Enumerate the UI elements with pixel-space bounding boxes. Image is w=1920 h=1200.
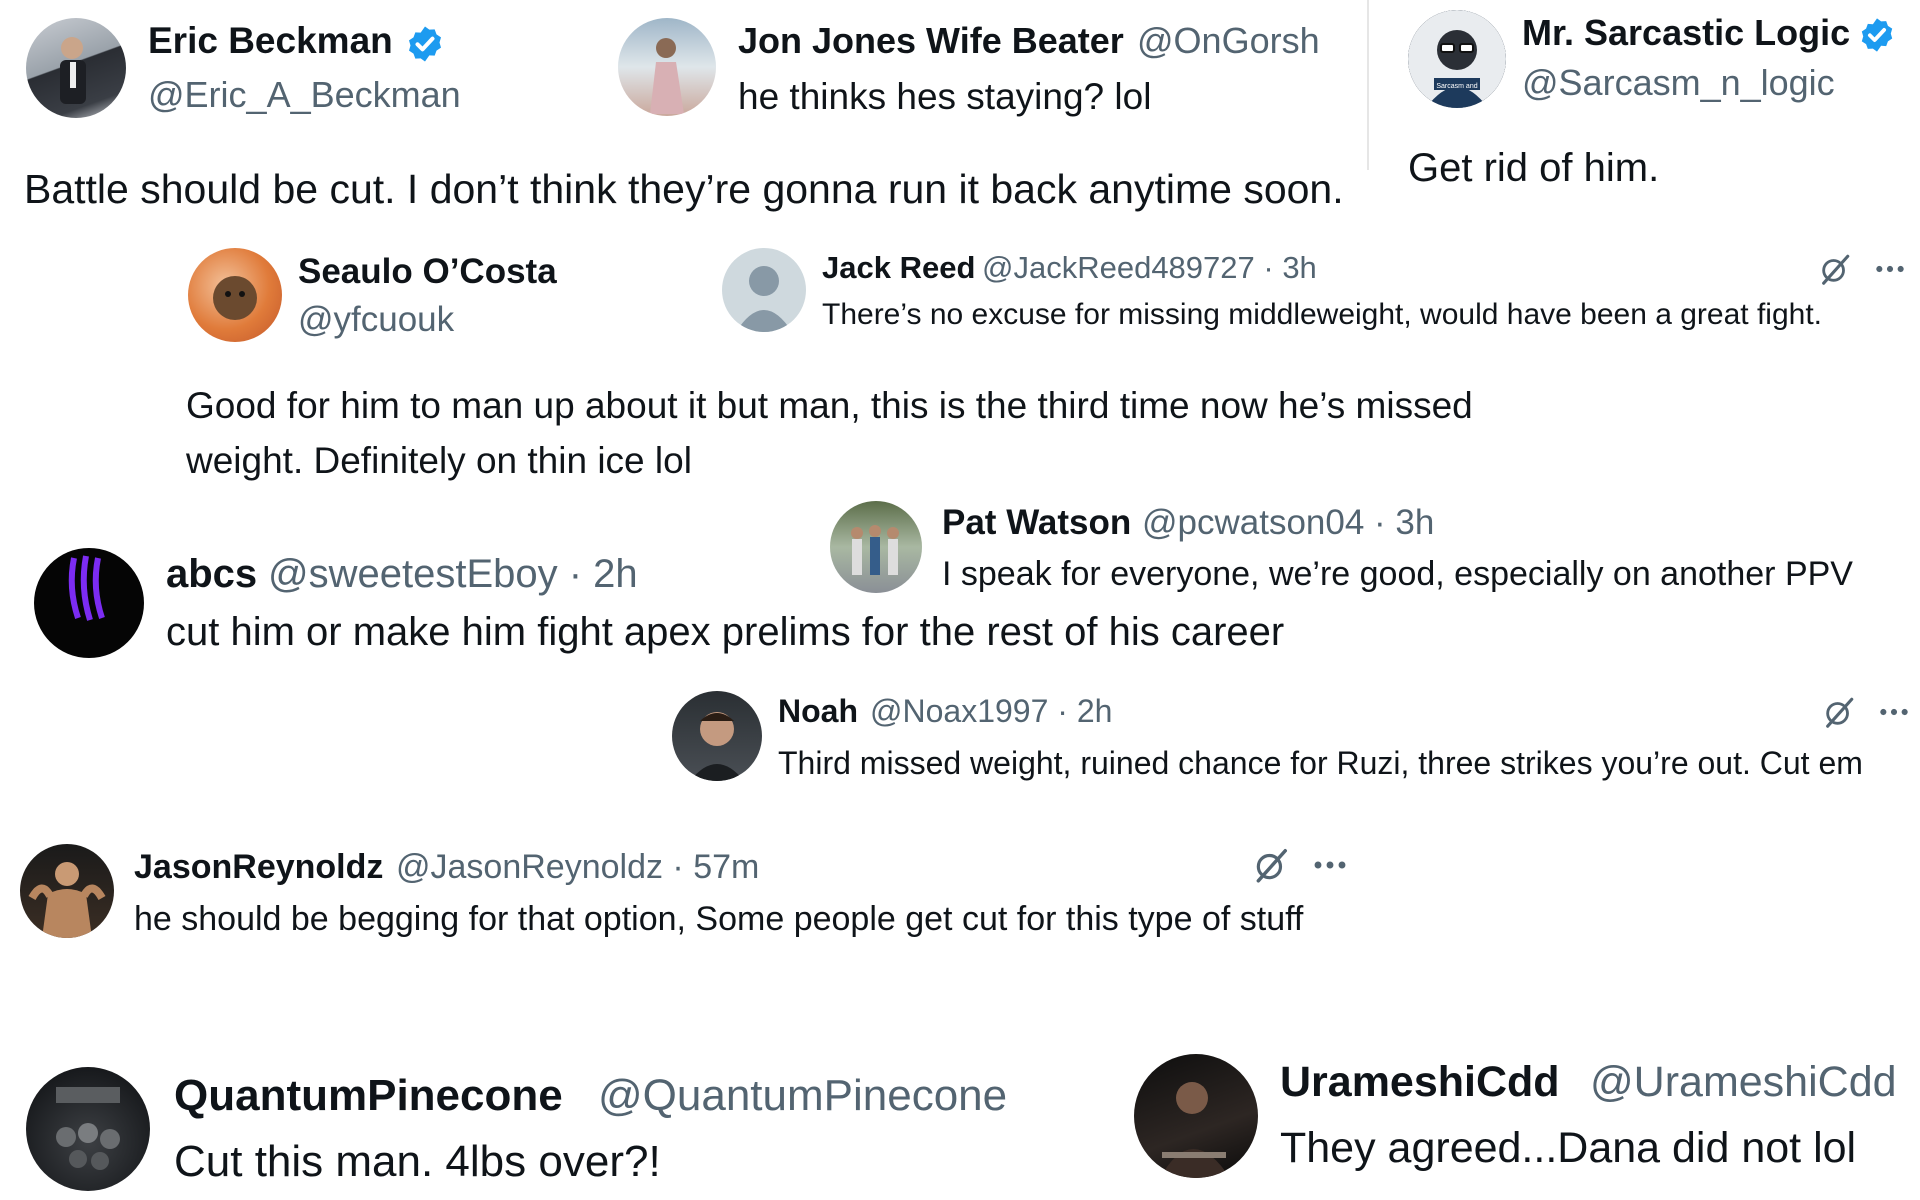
avatar[interactable]: [26, 18, 126, 118]
svg-text:Sarcasm and: Sarcasm and: [1436, 83, 1477, 90]
display-name[interactable]: Pat Watson: [942, 503, 1131, 543]
avatar[interactable]: [722, 248, 806, 332]
grok-icon[interactable]: [1252, 846, 1290, 884]
user-handle[interactable]: @JackReed489727 · 3h: [982, 250, 1317, 286]
reply-text: Good for him to man up about it but man,…: [186, 385, 1473, 481]
reply-card: UrameshiCdd @UrameshiCdd They agreed...D…: [1120, 1040, 1920, 1200]
user-handle[interactable]: @Eric_A_Beckman: [148, 74, 461, 116]
display-name[interactable]: Noah: [778, 693, 858, 730]
display-name[interactable]: Jack Reed: [822, 250, 975, 286]
reply-text: Third missed weight, ruined chance for R…: [778, 745, 1863, 781]
user-handle[interactable]: @QuantumPinecone: [598, 1071, 1007, 1121]
user-handle[interactable]: @JasonReynoldz · 57m: [396, 848, 759, 887]
display-name[interactable]: QuantumPinecone: [174, 1071, 563, 1121]
reply-text: Cut this man. 4lbs over?!: [174, 1137, 661, 1186]
reply-text: cut him or make him fight apex prelims f…: [166, 610, 1285, 654]
avatar[interactable]: [20, 844, 114, 938]
display-name[interactable]: Jon Jones Wife Beater: [738, 20, 1124, 62]
display-name[interactable]: Seaulo O’Costa: [298, 252, 557, 292]
verified-badge-icon: [405, 24, 445, 64]
reply-card: Jack Reed @JackReed489727 · 3h There’s n…: [720, 240, 1920, 350]
grok-icon[interactable]: [1822, 695, 1856, 729]
display-name[interactable]: abcs: [166, 552, 257, 597]
reply-card: Noah @Noax1997 · 2h Third missed weight,…: [660, 685, 1920, 825]
user-handle[interactable]: @OnGorsh: [1137, 20, 1320, 62]
reply-text: he thinks hes staying? lol: [738, 76, 1152, 117]
user-handle[interactable]: @sweetestEboy · 2h: [268, 552, 638, 597]
display-name[interactable]: Mr. Sarcastic Logic: [1522, 12, 1850, 54]
reply-card: abcs @sweetestEboy · 2h cut him or make …: [0, 540, 1400, 660]
more-options-icon[interactable]: [1874, 263, 1906, 275]
more-options-icon[interactable]: [1878, 706, 1910, 718]
user-handle[interactable]: @Noax1997 · 2h: [870, 693, 1112, 730]
user-handle[interactable]: @UrameshiCdd: [1590, 1058, 1897, 1107]
display-name[interactable]: Eric Beckman: [148, 20, 393, 62]
avatar[interactable]: [672, 691, 762, 781]
user-handle[interactable]: @Sarcasm_n_logic: [1522, 62, 1835, 104]
reply-text: There’s no excuse for missing middleweig…: [822, 298, 1823, 331]
reply-text: Get rid of him.: [1408, 146, 1660, 190]
reply-card: Sarcasm and Mr. Sarcastic Logic @Sarcasm…: [1380, 0, 1920, 200]
user-handle[interactable]: @pcwatson04 · 3h: [1142, 503, 1434, 543]
reply-card: QuantumPinecone @QuantumPinecone Cut thi…: [0, 1055, 1100, 1200]
reply-text: They agreed...Dana did not lol: [1280, 1124, 1857, 1172]
more-options-icon[interactable]: [1312, 859, 1348, 871]
avatar[interactable]: [34, 548, 144, 658]
reply-text: Battle should be cut. I don’t think they…: [24, 166, 1344, 212]
grok-icon[interactable]: [1818, 252, 1852, 286]
reply-card: Jon Jones Wife Beater @OnGorsh he thinks…: [600, 0, 1360, 130]
reply-card: JasonReynoldz @JasonReynoldz · 57m he sh…: [0, 838, 1380, 988]
avatar[interactable]: [1134, 1054, 1258, 1178]
reply-text: he should be begging for that option, So…: [134, 900, 1304, 938]
avatar[interactable]: [26, 1067, 150, 1191]
column-divider: [1367, 0, 1369, 170]
verified-badge-icon: [1858, 16, 1896, 54]
avatar[interactable]: [188, 248, 282, 342]
avatar[interactable]: [618, 18, 716, 116]
user-handle[interactable]: @yfcuouk: [298, 300, 454, 340]
display-name[interactable]: UrameshiCdd: [1280, 1058, 1560, 1107]
display-name[interactable]: JasonReynoldz: [134, 848, 383, 887]
avatar[interactable]: Sarcasm and: [1408, 10, 1506, 108]
